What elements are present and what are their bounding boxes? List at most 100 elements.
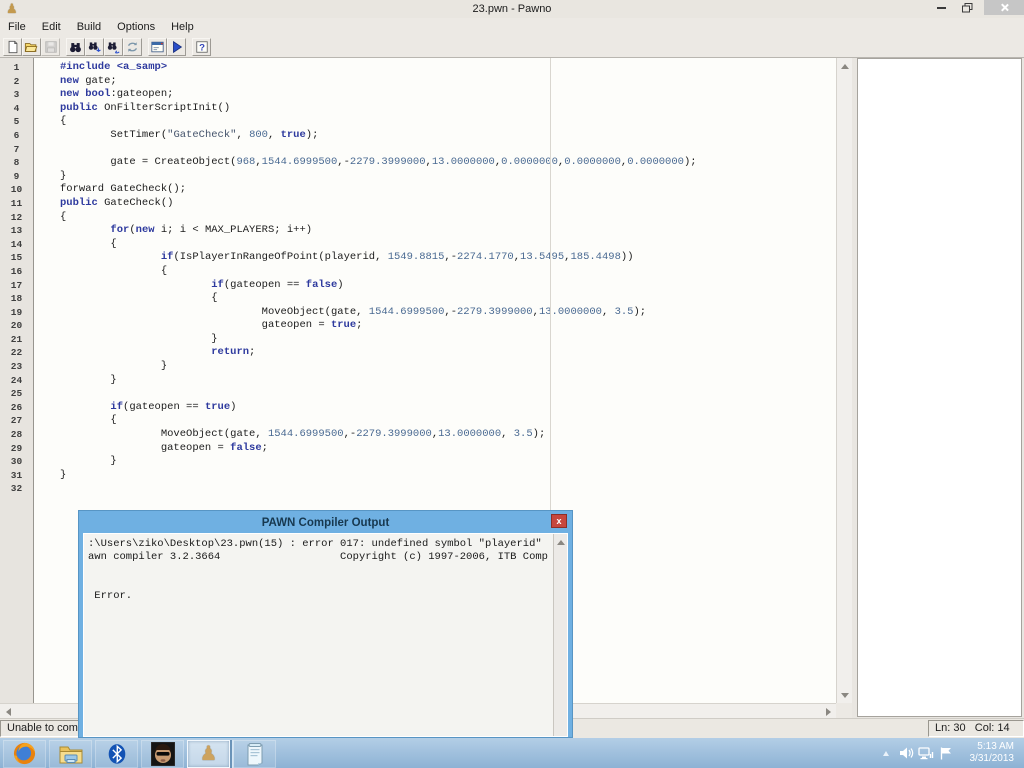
menu-build[interactable]: Build xyxy=(69,19,109,36)
code-line xyxy=(60,482,836,496)
compile-button[interactable] xyxy=(148,38,167,56)
code-line: { xyxy=(60,265,836,279)
code-line xyxy=(60,387,836,401)
line-number: 1 xyxy=(0,61,33,75)
save-button[interactable] xyxy=(41,38,60,56)
code-line: SetTimer("GateCheck", 800, true); xyxy=(60,129,836,143)
scroll-down-arrow[interactable] xyxy=(838,688,852,702)
dialog-title-bar[interactable]: PAWN Compiler Output xyxy=(83,514,568,533)
network-tray-button[interactable] xyxy=(916,738,936,768)
function-list-panel[interactable] xyxy=(857,58,1022,717)
line-number: 11 xyxy=(0,197,33,211)
scroll-left-arrow[interactable] xyxy=(1,705,15,718)
new-file-button[interactable] xyxy=(3,38,22,56)
line-number: 22 xyxy=(0,346,33,360)
find-button[interactable] xyxy=(66,38,85,56)
clock-time: 5:13 AM xyxy=(962,741,1014,753)
find-previous-button[interactable] xyxy=(104,38,123,56)
save-floppy-icon xyxy=(44,40,58,54)
line-number: 10 xyxy=(0,183,33,197)
menu-options[interactable]: Options xyxy=(109,19,163,36)
dialog-scrollbar[interactable] xyxy=(553,534,567,736)
line-number: 2 xyxy=(0,75,33,89)
code-line: public OnFilterScriptInit() xyxy=(60,102,836,116)
find-next-button[interactable] xyxy=(85,38,104,56)
line-number: 30 xyxy=(0,455,33,469)
open-file-button[interactable] xyxy=(22,38,41,56)
minimize-button[interactable] xyxy=(928,0,954,15)
compiler-output-text: :\Users\ziko\Desktop\23.pwn(15) : error … xyxy=(84,534,554,736)
code-line: { xyxy=(60,211,836,225)
close-button[interactable] xyxy=(984,0,1024,15)
compiler-output-line: Error. xyxy=(88,590,554,603)
compiler-output-area[interactable]: :\Users\ziko\Desktop\23.pwn(15) : error … xyxy=(83,533,568,737)
speaker-icon xyxy=(899,746,914,760)
code-line: new gate; xyxy=(60,75,836,89)
help-button[interactable]: ? xyxy=(192,38,211,56)
menu-help[interactable]: Help xyxy=(163,19,202,36)
code-line: forward GateCheck(); xyxy=(60,183,836,197)
photo-viewer-icon xyxy=(151,742,175,766)
taskbar-firefox-button[interactable] xyxy=(3,740,46,768)
volume-tray-button[interactable] xyxy=(896,738,916,768)
compiler-output-line xyxy=(88,564,554,577)
line-number: 18 xyxy=(0,292,33,306)
taskbar: ♟ xyxy=(0,738,1024,768)
action-center-tray-button[interactable] xyxy=(936,738,956,768)
line-number: 29 xyxy=(0,442,33,456)
compiler-output-line: awn compiler 3.2.3664 Copyright (c) 1997… xyxy=(88,551,554,564)
code-line: } xyxy=(60,374,836,388)
scrollbar-corner xyxy=(836,703,852,718)
bluetooth-icon xyxy=(105,742,129,766)
compiler-output-line: :\Users\ziko\Desktop\23.pwn(15) : error … xyxy=(88,538,554,551)
scroll-right-arrow[interactable] xyxy=(821,705,835,718)
firefox-icon xyxy=(12,741,37,766)
replace-arrows-icon xyxy=(125,40,140,54)
cursor-position: Ln: 30 Col: 14 xyxy=(928,720,1024,737)
restore-button[interactable] xyxy=(954,0,980,15)
code-line: { xyxy=(60,238,836,252)
menu-file[interactable]: File xyxy=(0,19,34,36)
taskbar-clock[interactable]: 5:13 AM 3/31/2013 xyxy=(962,741,1014,765)
line-number: 16 xyxy=(0,265,33,279)
menu-edit[interactable]: Edit xyxy=(34,19,69,36)
find-next-icon xyxy=(87,40,102,54)
code-line: if(gateopen == true) xyxy=(60,401,836,415)
find-previous-icon xyxy=(106,40,121,54)
line-number: 28 xyxy=(0,428,33,442)
network-icon xyxy=(918,746,934,760)
editor-vertical-scrollbar[interactable] xyxy=(836,58,852,703)
restore-icon xyxy=(962,3,973,13)
window-title: 23.pwn - Pawno xyxy=(0,0,1024,18)
code-line: gate = CreateObject(968,1544.6999500,-22… xyxy=(60,156,836,170)
code-line: new bool:gateopen; xyxy=(60,88,836,102)
line-number: 13 xyxy=(0,224,33,238)
taskbar-notepad-button[interactable] xyxy=(233,740,276,768)
system-tray: 5:13 AM 3/31/2013 xyxy=(876,738,1024,768)
hidden-icons-button[interactable] xyxy=(876,738,896,768)
dialog-close-button[interactable]: x xyxy=(551,514,567,528)
notepad-icon xyxy=(244,742,266,766)
code-line: if(gateopen == false) xyxy=(60,279,836,293)
taskbar-explorer-button[interactable] xyxy=(49,740,92,768)
line-number: 21 xyxy=(0,333,33,347)
compiler-output-dialog: PAWN Compiler Output x :\Users\ziko\Desk… xyxy=(78,510,573,738)
run-button[interactable] xyxy=(167,38,186,56)
taskbar-bluetooth-button[interactable] xyxy=(95,740,138,768)
run-play-icon xyxy=(170,40,184,54)
line-number: 31 xyxy=(0,469,33,483)
line-number: 24 xyxy=(0,374,33,388)
line-number: 19 xyxy=(0,306,33,320)
file-explorer-icon xyxy=(58,743,84,765)
taskbar-photo-button[interactable] xyxy=(141,740,184,768)
line-number: 8 xyxy=(0,156,33,170)
code-line: public GateCheck() xyxy=(60,197,836,211)
code-line: } xyxy=(60,455,836,469)
replace-button[interactable] xyxy=(123,38,142,56)
scroll-up-arrow[interactable] xyxy=(838,59,852,73)
code-line: } xyxy=(60,360,836,374)
chevron-up-icon xyxy=(883,748,889,756)
line-number: 20 xyxy=(0,319,33,333)
dialog-scroll-up-arrow[interactable] xyxy=(554,536,567,548)
taskbar-pawno-button[interactable]: ♟ xyxy=(187,740,230,768)
